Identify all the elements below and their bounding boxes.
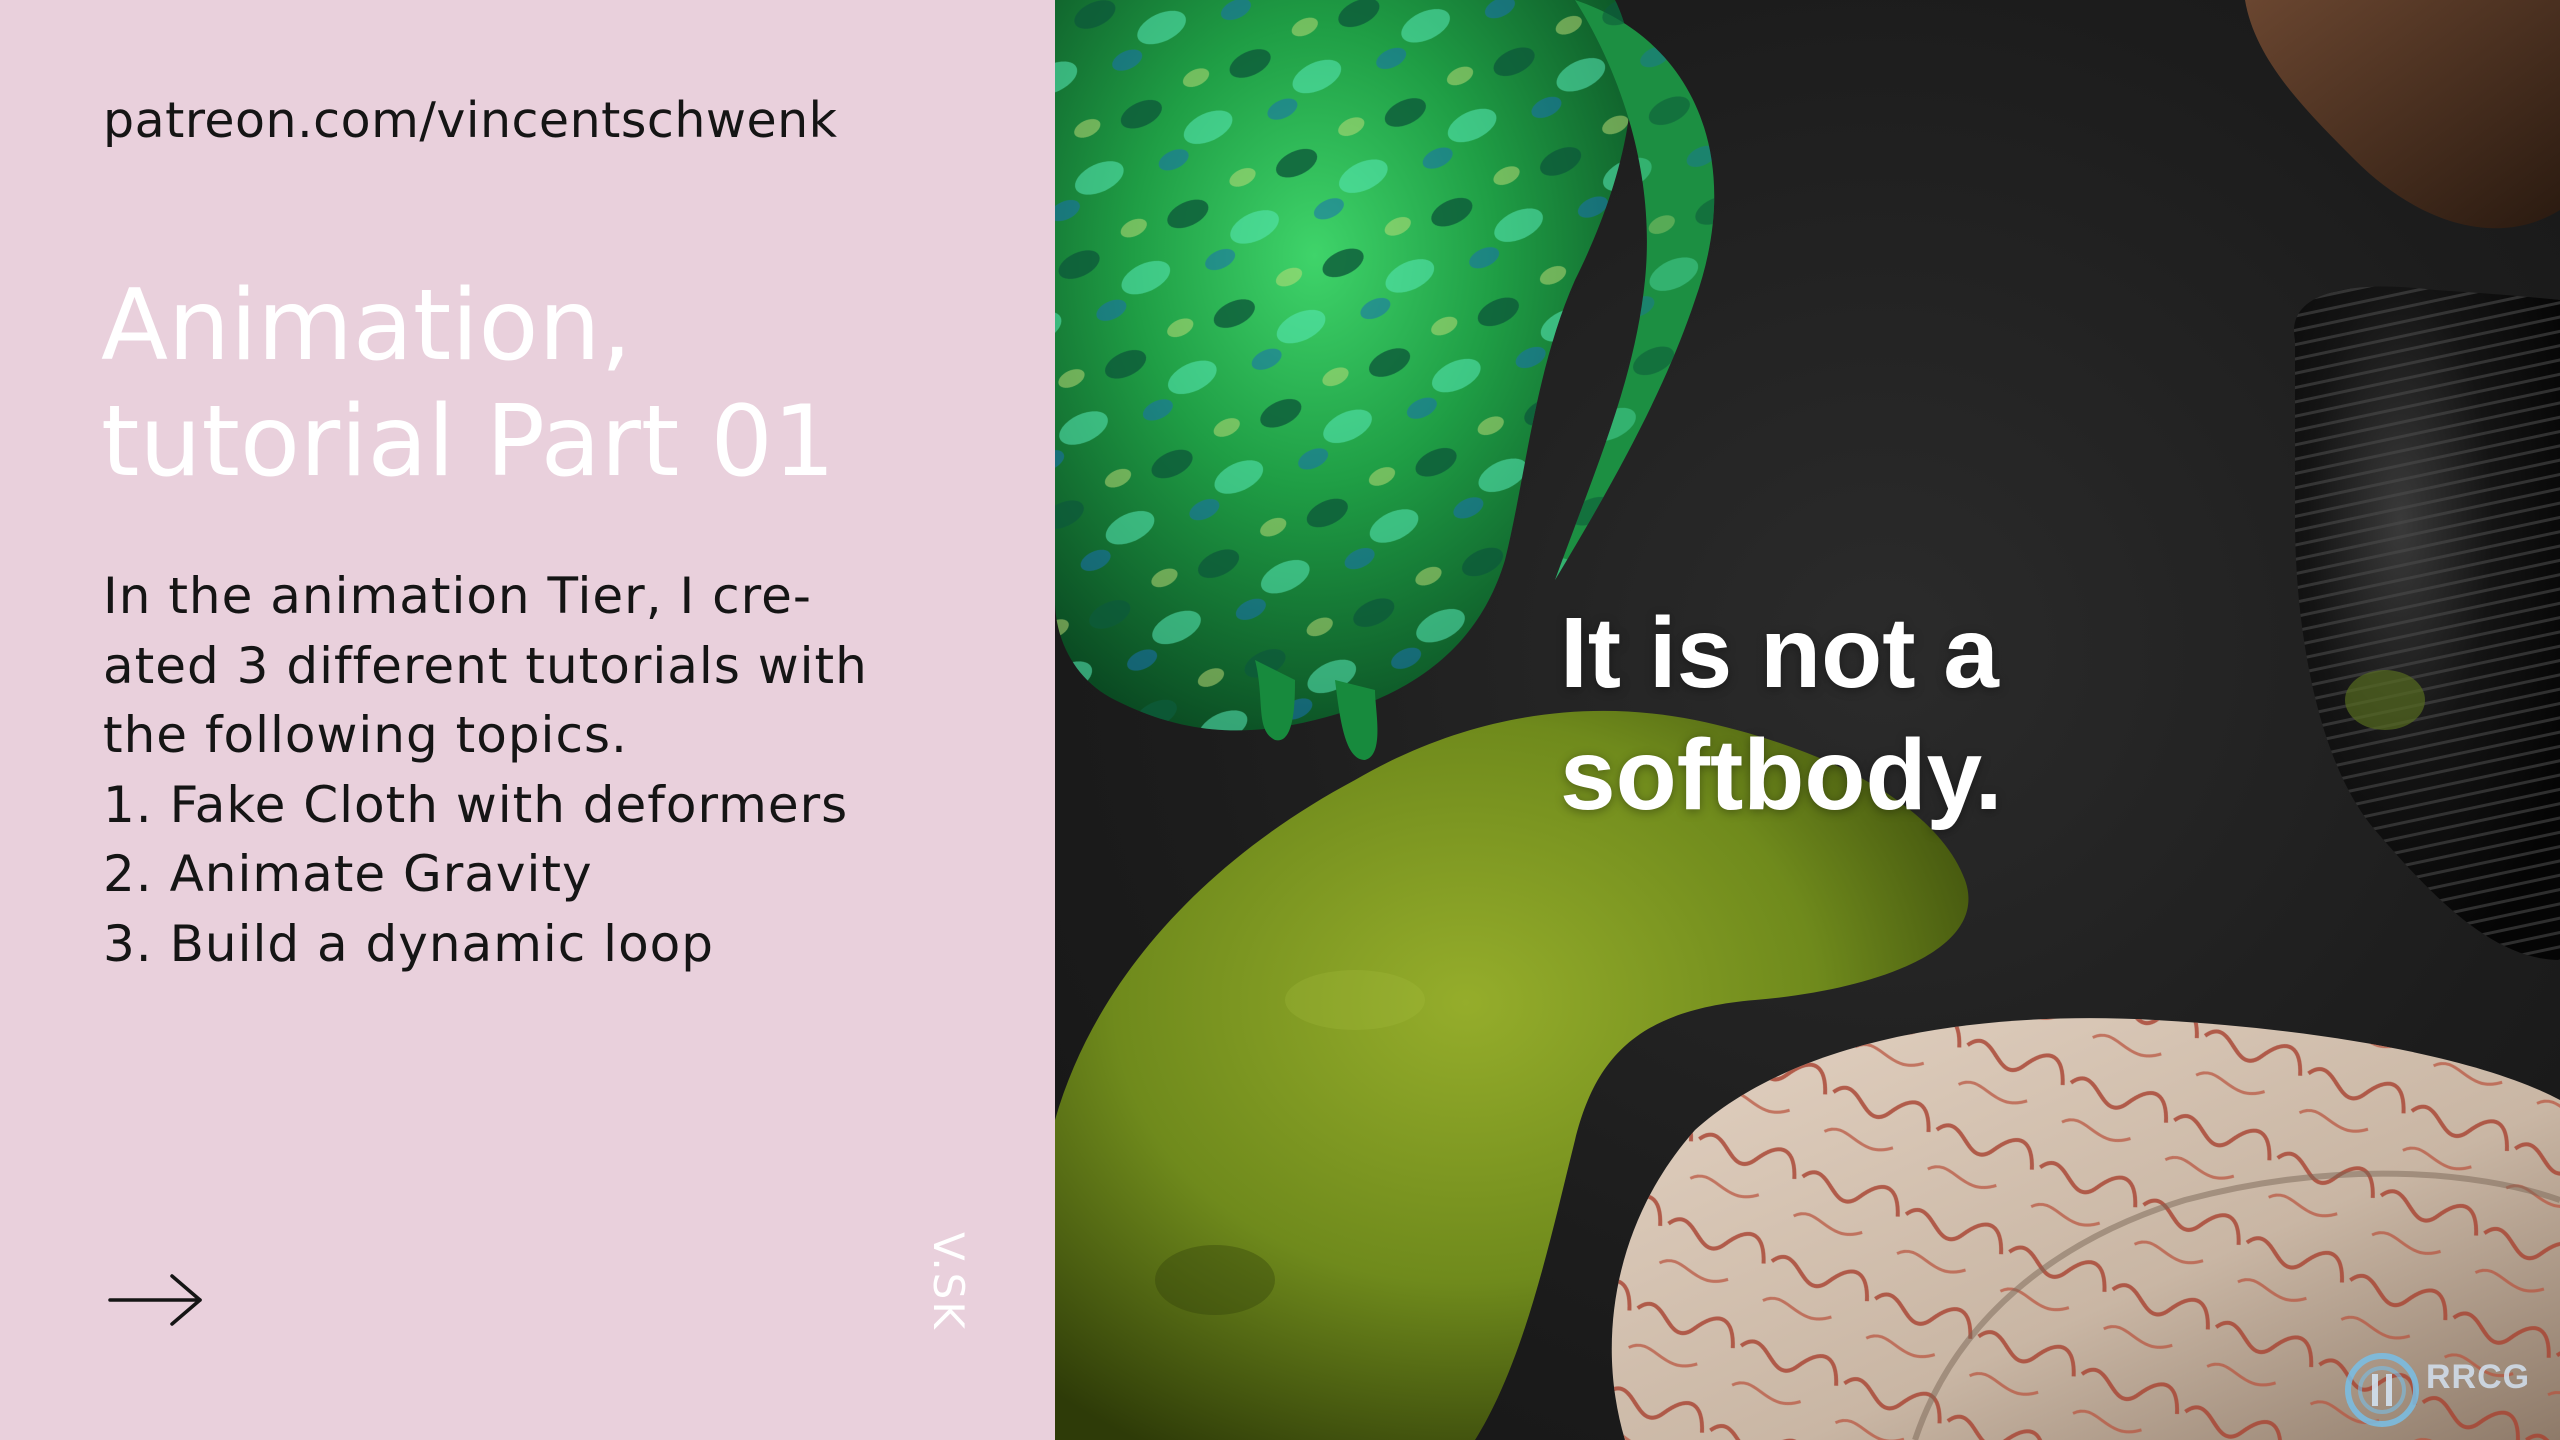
- slide: patreon.com/vincentschwenk Animation, tu…: [0, 0, 2560, 1440]
- info-panel: patreon.com/vincentschwenk Animation, tu…: [0, 0, 1055, 1440]
- rrcg-logo-icon: [2345, 1353, 2419, 1427]
- overlay-line-2: softbody.: [1560, 719, 2003, 831]
- description: In the animation Tier, I cre- ated 3 dif…: [103, 562, 1043, 979]
- black-ribbed-shape: [2294, 286, 2560, 960]
- slide-title: Animation, tutorial Part 01: [101, 268, 1001, 500]
- patreon-link[interactable]: patreon.com/vincentschwenk: [103, 92, 838, 149]
- watermark: RRCG: [2342, 1350, 2552, 1430]
- description-line: ated 3 different tutorials with: [103, 636, 868, 695]
- bronze-shape: [2245, 0, 2560, 229]
- watermark-label: RRCG: [2426, 1358, 2531, 1396]
- description-line: the following topics.: [103, 706, 628, 764]
- topic-item-3: 3. Build a dynamic loop: [103, 914, 714, 973]
- title-line-2: tutorial Part 01: [101, 385, 836, 499]
- topic-item-1: 1. Fake Cloth with deformers: [103, 775, 849, 834]
- topic-item-2: 2. Animate Gravity: [103, 845, 593, 903]
- description-line: In the animation Tier, I cre-: [103, 567, 812, 625]
- artwork-panel: It is not a softbody. RRCG: [1055, 0, 2560, 1440]
- arrow-right-icon[interactable]: [108, 1272, 204, 1328]
- overlay-line-1: It is not a: [1560, 597, 1999, 709]
- overlay-caption: It is not a softbody.: [1560, 592, 2003, 836]
- signature-mark: V.SK: [924, 1232, 973, 1331]
- title-line-1: Animation,: [101, 269, 632, 383]
